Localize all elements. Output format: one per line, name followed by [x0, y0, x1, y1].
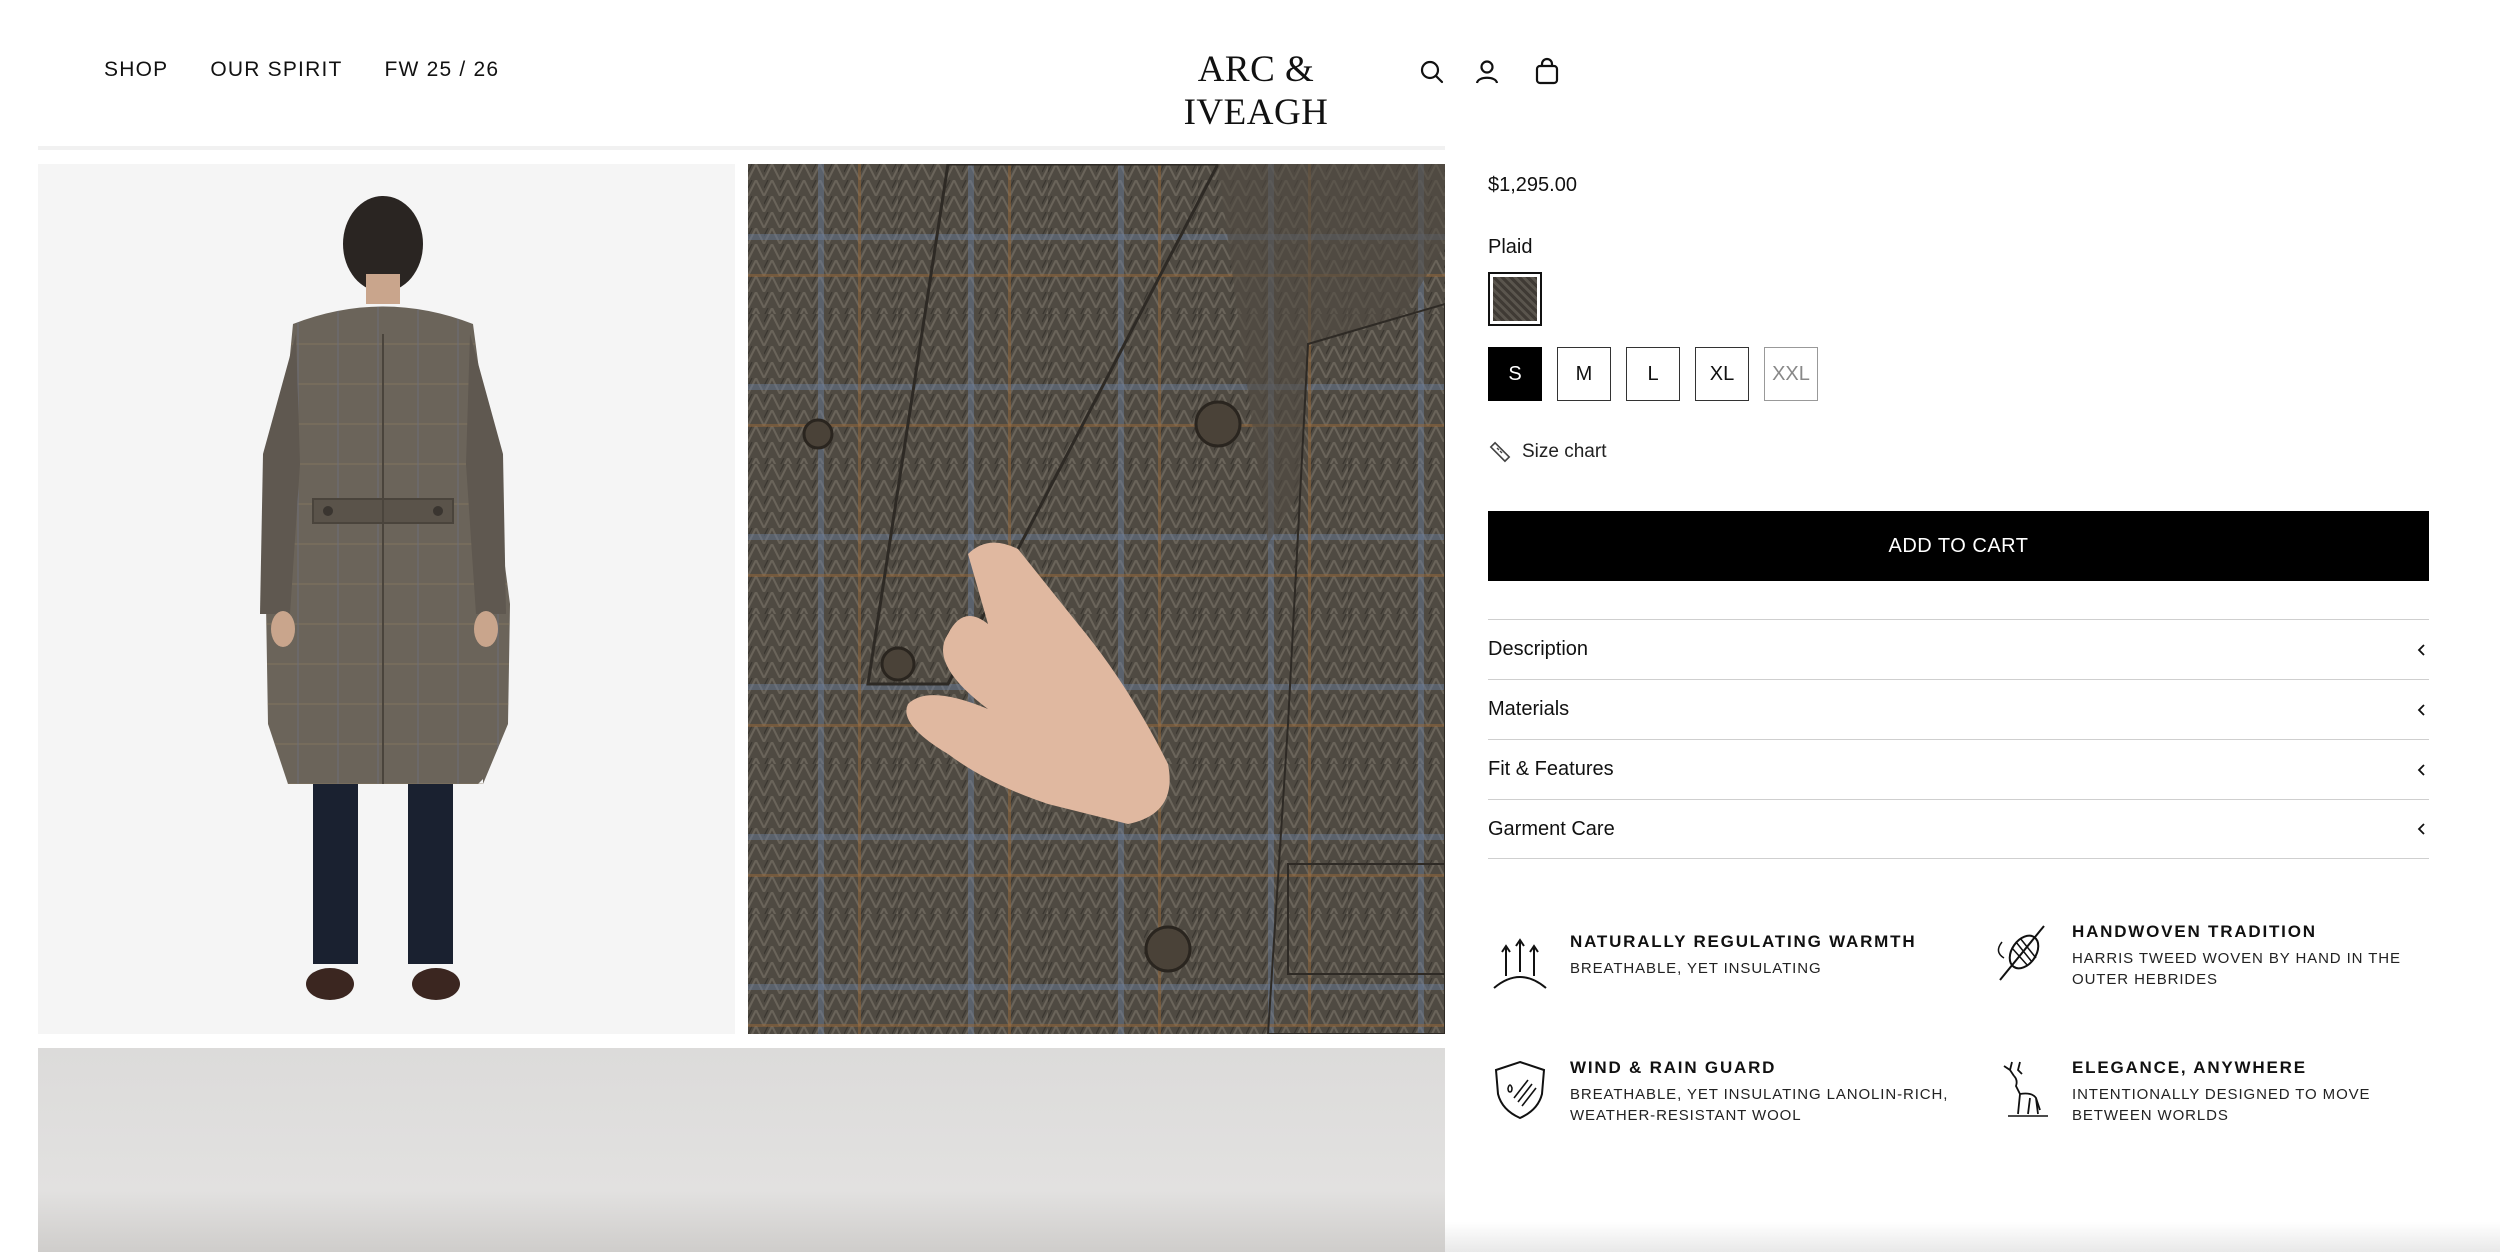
feature-text: HANDWOVEN TRADITION HARRIS TWEED WOVEN B… — [2072, 922, 2401, 990]
feature-desc: BREATHABLE, YET INSULATING LANOLIN-RICH, — [1570, 1086, 1949, 1103]
size-l-button[interactable]: L — [1626, 347, 1680, 401]
feature-text: ELEGANCE, ANYWHERE INTENTIONALLY DESIGNE… — [2072, 1058, 2370, 1126]
accordion-label: Materials — [1488, 698, 1570, 720]
chevron-left-icon — [2417, 823, 2425, 835]
nav-our-spirit[interactable]: OUR SPIRIT — [210, 58, 342, 82]
chevron-left-icon — [2417, 703, 2425, 716]
accordion-garment-care[interactable]: Garment Care — [1488, 799, 2429, 859]
size-chart-label: Size chart — [1522, 441, 1607, 462]
main-nav: SHOP OUR SPIRIT FW 25 / 26 — [104, 58, 541, 82]
chevron-left-icon — [2417, 643, 2425, 656]
warmth-icon — [1493, 938, 1547, 989]
accordion-description[interactable]: Description — [1488, 619, 2429, 679]
add-to-cart-button[interactable]: ADD TO CART — [1488, 511, 2429, 581]
feature-desc: BETWEEN WORLDS — [2072, 1107, 2229, 1124]
color-swatch-plaid[interactable] — [1488, 272, 1542, 326]
size-chart-link[interactable]: Size chart — [1488, 440, 1606, 464]
feature-desc: BREATHABLE, YET INSULATING — [1570, 960, 1822, 977]
color-label: Plaid — [1488, 236, 1533, 258]
feature-title: WIND & RAIN GUARD — [1570, 1058, 1777, 1077]
spindle-icon — [1997, 925, 2045, 981]
nav-shop[interactable]: SHOP — [104, 58, 168, 82]
feature-text: NATURALLY REGULATING WARMTH BREATHABLE, … — [1570, 932, 1916, 996]
accordion-materials[interactable]: Materials — [1488, 679, 2429, 739]
feature-handwoven: HANDWOVEN TRADITION HARRIS TWEED WOVEN B… — [1990, 922, 2401, 990]
feature-wind-rain: WIND & RAIN GUARD BREATHABLE, YET INSULA… — [1488, 1058, 1948, 1126]
size-xxl-button[interactable]: XXL — [1764, 347, 1818, 401]
brand-logo[interactable]: ARC & IVEAGH — [1134, 48, 1378, 134]
feature-desc: WEATHER-RESISTANT WOOL — [1570, 1107, 1802, 1124]
accordion-fit-features[interactable]: Fit & Features — [1488, 739, 2429, 799]
feature-title: HANDWOVEN TRADITION — [2072, 922, 2317, 941]
gallery-top-edge — [38, 146, 1445, 150]
feature-desc: INTENTIONALLY DESIGNED TO MOVE — [2072, 1086, 2371, 1103]
swatch-fill — [1493, 277, 1537, 321]
coat-front-detail-image[interactable] — [748, 164, 1445, 1034]
accordion-label: Fit & Features — [1488, 758, 1614, 780]
feature-desc: OUTER HEBRIDES — [2072, 971, 2218, 988]
panel-bottom-shadow — [1445, 1222, 2500, 1252]
size-s-button[interactable]: S — [1488, 347, 1542, 401]
size-m-button[interactable]: M — [1557, 347, 1611, 401]
cart-icon[interactable] — [1531, 56, 1563, 88]
feature-elegance: ELEGANCE, ANYWHERE INTENTIONALLY DESIGNE… — [1990, 1058, 2370, 1126]
search-icon[interactable] — [1416, 56, 1448, 88]
accordion-label: Garment Care — [1488, 817, 1615, 840]
product-accordion: Description Materials Fit & Features Gar… — [1488, 619, 2429, 859]
feature-warmth: NATURALLY REGULATING WARMTH BREATHABLE, … — [1488, 932, 1916, 996]
nav-fw-collection[interactable]: FW 25 / 26 — [385, 58, 500, 82]
shield-icon — [1494, 1060, 1546, 1120]
ruler-icon — [1489, 441, 1511, 463]
feature-title: ELEGANCE, ANYWHERE — [2072, 1058, 2307, 1077]
site-header: SHOP OUR SPIRIT FW 25 / 26 ARC & IVEAGH — [0, 0, 2500, 144]
feature-text: WIND & RAIN GUARD BREATHABLE, YET INSULA… — [1570, 1058, 1948, 1126]
account-icon[interactable] — [1471, 56, 1503, 88]
accordion-label: Description — [1488, 638, 1589, 660]
coat-back-view-image[interactable] — [38, 164, 735, 1034]
size-xl-button[interactable]: XL — [1695, 347, 1749, 401]
chevron-left-icon — [2417, 763, 2425, 776]
feature-title: NATURALLY REGULATING WARMTH — [1570, 932, 1917, 951]
coat-lifestyle-image[interactable] — [38, 1048, 1445, 1252]
stag-icon — [2003, 1061, 2048, 1117]
product-price: $1,295.00 — [1488, 174, 1577, 196]
feature-desc: HARRIS TWEED WOVEN BY HAND IN THE — [2072, 950, 2401, 967]
